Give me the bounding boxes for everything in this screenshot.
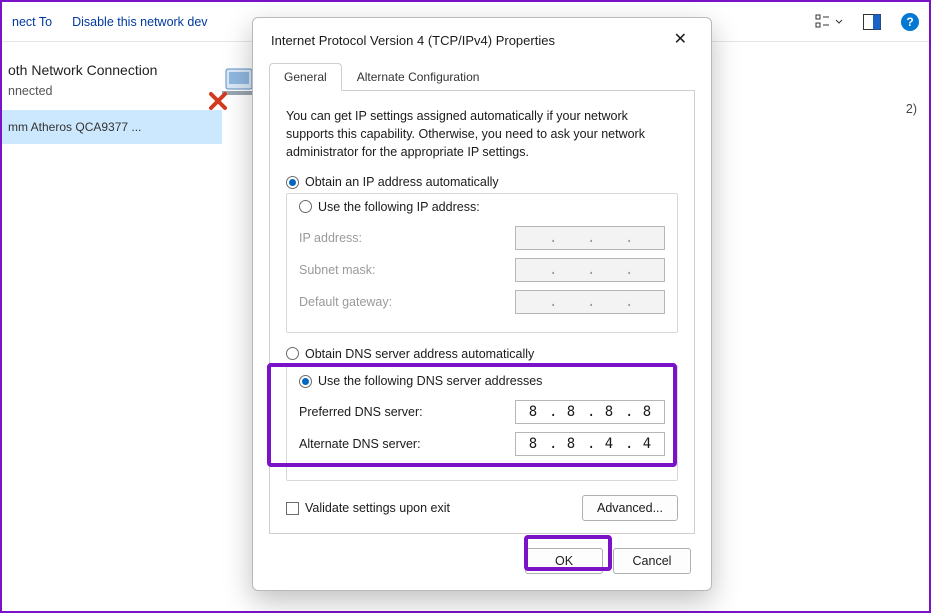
dns-fieldset: Use the following DNS server addresses P… bbox=[286, 365, 678, 482]
adapter-count-suffix: 2) bbox=[906, 102, 917, 116]
preview-pane-button[interactable] bbox=[863, 14, 881, 30]
preferred-dns-input[interactable]: 8. 8. 8. 8 bbox=[515, 400, 665, 424]
close-icon[interactable]: ✕ bbox=[668, 28, 693, 52]
radio-dns-manual-label: Use the following DNS server addresses bbox=[318, 374, 542, 388]
ipv4-properties-dialog: Internet Protocol Version 4 (TCP/IPv4) P… bbox=[252, 17, 712, 591]
dialog-description: You can get IP settings assigned automat… bbox=[286, 107, 678, 161]
radio-icon bbox=[286, 347, 299, 360]
disabled-x-icon bbox=[208, 91, 228, 111]
radio-ip-manual[interactable]: Use the following IP address: bbox=[299, 200, 484, 214]
adapters-sidebar: oth Network Connection nnected mm Athero… bbox=[2, 42, 222, 611]
preview-pane-icon bbox=[863, 14, 881, 30]
preferred-dns-row: Preferred DNS server: 8. 8. 8. 8 bbox=[299, 400, 665, 424]
view-mode-button[interactable] bbox=[815, 14, 843, 30]
radio-ip-auto[interactable]: Obtain an IP address automatically bbox=[286, 175, 678, 189]
ip-fieldset: Use the following IP address: IP address… bbox=[286, 193, 678, 333]
connection-title: oth Network Connection bbox=[8, 62, 222, 78]
default-gateway-row: Default gateway: ... bbox=[299, 290, 665, 314]
ip-address-label: IP address: bbox=[299, 231, 515, 245]
help-icon[interactable]: ? bbox=[901, 13, 919, 31]
dialog-title: Internet Protocol Version 4 (TCP/IPv4) P… bbox=[271, 33, 668, 48]
subnet-mask-input: ... bbox=[515, 258, 665, 282]
radio-dns-auto-label: Obtain DNS server address automatically bbox=[305, 347, 534, 361]
alternate-dns-row: Alternate DNS server: 8. 8. 4. 4 bbox=[299, 432, 665, 456]
ip-address-input: ... bbox=[515, 226, 665, 250]
radio-dns-manual[interactable]: Use the following DNS server addresses bbox=[299, 374, 546, 388]
toolbar-disable-device[interactable]: Disable this network dev bbox=[72, 15, 207, 29]
default-gateway-input: ... bbox=[515, 290, 665, 314]
radio-icon bbox=[286, 176, 299, 189]
ok-button[interactable]: OK bbox=[525, 548, 603, 574]
alternate-dns-label: Alternate DNS server: bbox=[299, 437, 515, 451]
radio-ip-manual-label: Use the following IP address: bbox=[318, 200, 480, 214]
radio-ip-auto-label: Obtain an IP address automatically bbox=[305, 175, 499, 189]
toolbar-connect-to[interactable]: nect To bbox=[12, 15, 52, 29]
subnet-mask-label: Subnet mask: bbox=[299, 263, 515, 277]
radio-dns-auto[interactable]: Obtain DNS server address automatically bbox=[286, 347, 678, 361]
subnet-mask-row: Subnet mask: ... bbox=[299, 258, 665, 282]
advanced-button[interactable]: Advanced... bbox=[582, 495, 678, 521]
default-gateway-label: Default gateway: bbox=[299, 295, 515, 309]
alternate-dns-input[interactable]: 8. 8. 4. 4 bbox=[515, 432, 665, 456]
cancel-button[interactable]: Cancel bbox=[613, 548, 691, 574]
view-mode-icon bbox=[815, 14, 831, 30]
radio-icon bbox=[299, 375, 312, 388]
tab-body: You can get IP settings assigned automat… bbox=[269, 91, 695, 534]
ip-address-row: IP address: ... bbox=[299, 226, 665, 250]
tabstrip: General Alternate Configuration bbox=[269, 62, 695, 91]
connection-status: nnected bbox=[8, 84, 222, 98]
tab-general[interactable]: General bbox=[269, 63, 342, 91]
validate-label: Validate settings upon exit bbox=[305, 501, 450, 515]
chevron-down-icon bbox=[835, 18, 843, 26]
preferred-dns-label: Preferred DNS server: bbox=[299, 405, 515, 419]
adapter-item[interactable]: mm Atheros QCA9377 ... bbox=[2, 110, 222, 144]
tab-alternate-configuration[interactable]: Alternate Configuration bbox=[342, 63, 495, 91]
radio-icon bbox=[299, 200, 312, 213]
validate-checkbox[interactable] bbox=[286, 502, 299, 515]
